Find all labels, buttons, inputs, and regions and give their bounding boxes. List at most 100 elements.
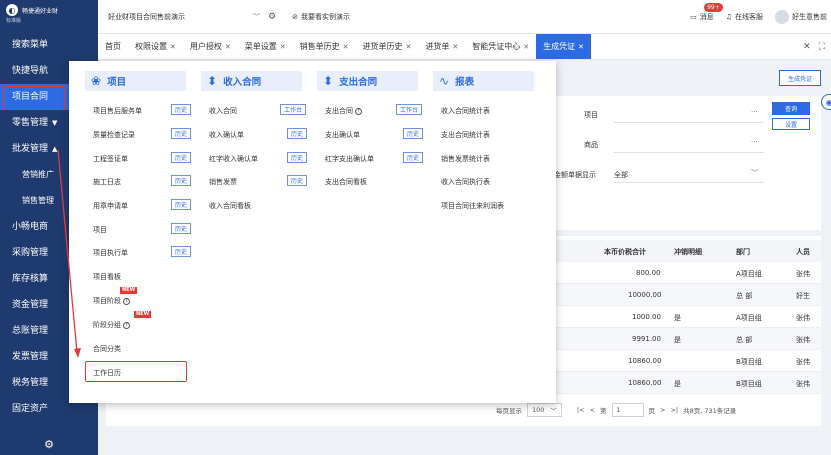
company-select[interactable]: 好业财项目合同售前演示 ﹀ bbox=[104, 8, 264, 26]
first-page-icon[interactable]: |< bbox=[577, 406, 585, 414]
menu-item-red-expense-confirm[interactable]: 红字支出确认单 bbox=[325, 154, 374, 164]
chevron-down-icon[interactable]: ﹀ bbox=[751, 168, 758, 178]
messages-button[interactable]: ▭ 消息 99+ bbox=[690, 2, 723, 22]
sidebar-item-search-menu[interactable]: 搜索菜单 bbox=[0, 32, 98, 58]
user-menu[interactable]: 好生意售前 bbox=[775, 9, 827, 24]
menu-item-income-board[interactable]: 收入合同看板 bbox=[209, 201, 251, 211]
close-icon[interactable]: ✕ bbox=[452, 43, 458, 51]
menu-item-project-board[interactable]: 项目看板 bbox=[93, 272, 121, 282]
menu-item-contract-category[interactable]: 合同分类 bbox=[93, 344, 121, 354]
person-cell: 好生 bbox=[796, 292, 810, 300]
sidebar-item-label: 采购管理 bbox=[12, 248, 49, 258]
project-contract-menu: ❀ 项目 ⬍ 收入合同 ⬍ 支出合同 ∿ 报表 项目售后服务单 历史 质量检查记录 历史… bbox=[69, 61, 556, 403]
column-title: 收入合同 bbox=[223, 77, 262, 88]
settings-gear-icon[interactable]: ⚙ bbox=[0, 433, 98, 455]
amount-cell: 1000.00 bbox=[632, 313, 661, 321]
amount-display-select[interactable] bbox=[614, 182, 764, 183]
history-button[interactable]: 历史 bbox=[171, 223, 192, 234]
fullscreen-icon[interactable]: ⛶ bbox=[819, 42, 825, 52]
menu-item-expense-stats[interactable]: 支出合同统计表 bbox=[441, 130, 490, 140]
history-button[interactable]: 历史 bbox=[287, 152, 308, 163]
menu-item-work-calendar[interactable]: 工作日历 bbox=[93, 368, 121, 378]
project-field[interactable] bbox=[614, 122, 764, 123]
close-icon[interactable]: ✕ bbox=[280, 43, 286, 51]
prev-page-icon[interactable]: < bbox=[590, 406, 595, 414]
generate-voucher-button[interactable]: 生成凭证 bbox=[779, 70, 821, 86]
menu-item-after-sales[interactable]: 项目售后服务单 bbox=[93, 106, 142, 116]
pagination: 每页显示 100 ﹀ |< < 第 1 页 > >| 共8页, 731条记录 bbox=[496, 403, 736, 417]
close-icon[interactable]: ✕ bbox=[225, 43, 231, 51]
assistant-icon[interactable]: ◉ bbox=[821, 94, 831, 110]
history-button[interactable]: 历史 bbox=[287, 175, 308, 186]
next-page-icon[interactable]: > bbox=[660, 406, 665, 414]
goods-field[interactable] bbox=[614, 152, 764, 153]
history-button[interactable]: 历史 bbox=[171, 246, 192, 257]
dept-cell: A项目组 bbox=[736, 314, 762, 322]
close-icon[interactable]: ✕ bbox=[170, 43, 176, 51]
workbench-button[interactable]: 工作台 bbox=[396, 104, 423, 115]
menu-item-visa[interactable]: 工程签证单 bbox=[93, 154, 128, 164]
menu-item-income-contract[interactable]: 收入合同 bbox=[209, 106, 237, 116]
tab-purchase-history[interactable]: 进货单历史 ✕ bbox=[356, 34, 419, 59]
menu-item-sales-invoice[interactable]: 销售发票 bbox=[209, 177, 237, 187]
amount-display-value[interactable]: 全部 bbox=[614, 170, 628, 180]
close-icon[interactable]: ✕ bbox=[343, 43, 349, 51]
dept-cell: A项目组 bbox=[736, 270, 762, 278]
history-button[interactable]: 历史 bbox=[171, 152, 192, 163]
close-icon[interactable]: ✕ bbox=[578, 43, 584, 51]
menu-item-project[interactable]: 项目 bbox=[93, 225, 107, 235]
last-page-icon[interactable]: >| bbox=[670, 406, 678, 414]
menu-item-red-income-confirm[interactable]: 红字收入确认单 bbox=[209, 154, 258, 164]
person-cell: 张伟 bbox=[796, 270, 810, 278]
settings-button[interactable]: 设置 bbox=[772, 118, 810, 130]
history-button[interactable]: 历史 bbox=[171, 175, 192, 186]
tab-generate-voucher[interactable]: 生成凭证 ✕ bbox=[536, 34, 591, 59]
history-button[interactable]: 历史 bbox=[403, 152, 424, 163]
record-summary: 共8页, 731条记录 bbox=[683, 407, 737, 415]
menu-item-quality-check[interactable]: 质量检查记录 bbox=[93, 130, 135, 140]
menu-item-label: 阶段分组 bbox=[93, 321, 121, 329]
menu-item-expense-board[interactable]: 支出合同看板 bbox=[325, 177, 367, 187]
history-button[interactable]: 历史 bbox=[171, 104, 192, 115]
menu-item-income-confirm[interactable]: 收入确认单 bbox=[209, 130, 244, 140]
history-button[interactable]: 历史 bbox=[287, 128, 308, 139]
history-button[interactable]: 历史 bbox=[403, 128, 424, 139]
close-icon[interactable]: ✕ bbox=[406, 43, 412, 51]
close-all-icon[interactable]: ✕ bbox=[803, 42, 811, 52]
workbench-button[interactable]: 工作台 bbox=[280, 104, 307, 115]
online-service-button[interactable]: ♫ 在线客服 bbox=[726, 12, 763, 22]
history-button[interactable]: 历史 bbox=[171, 128, 192, 139]
messages-label: 消息 bbox=[699, 12, 714, 21]
menu-item-expense-confirm[interactable]: 支出确认单 bbox=[325, 130, 360, 140]
menu-item-income-stats[interactable]: 收入合同统计表 bbox=[441, 106, 490, 116]
menu-item-invoice-stats[interactable]: 销售发票统计表 bbox=[441, 154, 490, 164]
menu-item-expense-contract[interactable]: 支出合同? bbox=[325, 106, 362, 116]
close-icon[interactable]: ✕ bbox=[523, 43, 529, 51]
history-button[interactable]: 历史 bbox=[171, 199, 192, 210]
page-input[interactable]: 1 bbox=[611, 403, 644, 417]
income-contract-icon: ⬍ bbox=[207, 74, 218, 88]
page-suffix: 页 bbox=[648, 407, 656, 415]
query-button[interactable]: 查询 bbox=[772, 102, 810, 115]
column-header: 冲销明细 bbox=[674, 248, 702, 256]
project-label: 项目 bbox=[584, 111, 598, 119]
menu-item-profit-report[interactable]: 项目合同往来利润表 bbox=[441, 201, 504, 211]
tab-purchase-order[interactable]: 进货单 ✕ bbox=[418, 34, 465, 59]
tab-voucher-center[interactable]: 智能凭证中心 ✕ bbox=[465, 34, 536, 59]
menu-item-stage-group[interactable]: 阶段分组? bbox=[93, 320, 130, 330]
demo-link[interactable]: ⊘ 我要看实例演示 bbox=[292, 12, 350, 22]
tab-menu-settings[interactable]: 菜单设置 ✕ bbox=[238, 34, 293, 59]
menu-item-project-stage[interactable]: 项目阶段? bbox=[93, 296, 130, 306]
per-page-select[interactable]: 100 ﹀ bbox=[527, 403, 562, 417]
menu-item-execution[interactable]: 项目执行单 bbox=[93, 248, 128, 258]
menu-item-income-execution[interactable]: 收入合同执行表 bbox=[441, 177, 490, 187]
tab-sales-history[interactable]: 销售单历史 ✕ bbox=[293, 34, 356, 59]
more-icon[interactable]: ··· bbox=[751, 138, 758, 146]
tab-user-auth[interactable]: 用户授权 ✕ bbox=[183, 34, 238, 59]
tab-permissions[interactable]: 权限设置 ✕ bbox=[128, 34, 183, 59]
menu-item-construction-log[interactable]: 施工日志 bbox=[93, 177, 121, 187]
more-icon[interactable]: ··· bbox=[751, 108, 758, 116]
menu-item-seal-request[interactable]: 用章申请单 bbox=[93, 201, 128, 211]
tab-home[interactable]: 首页 bbox=[98, 34, 128, 59]
gear-icon[interactable]: ⚙ bbox=[268, 12, 276, 22]
